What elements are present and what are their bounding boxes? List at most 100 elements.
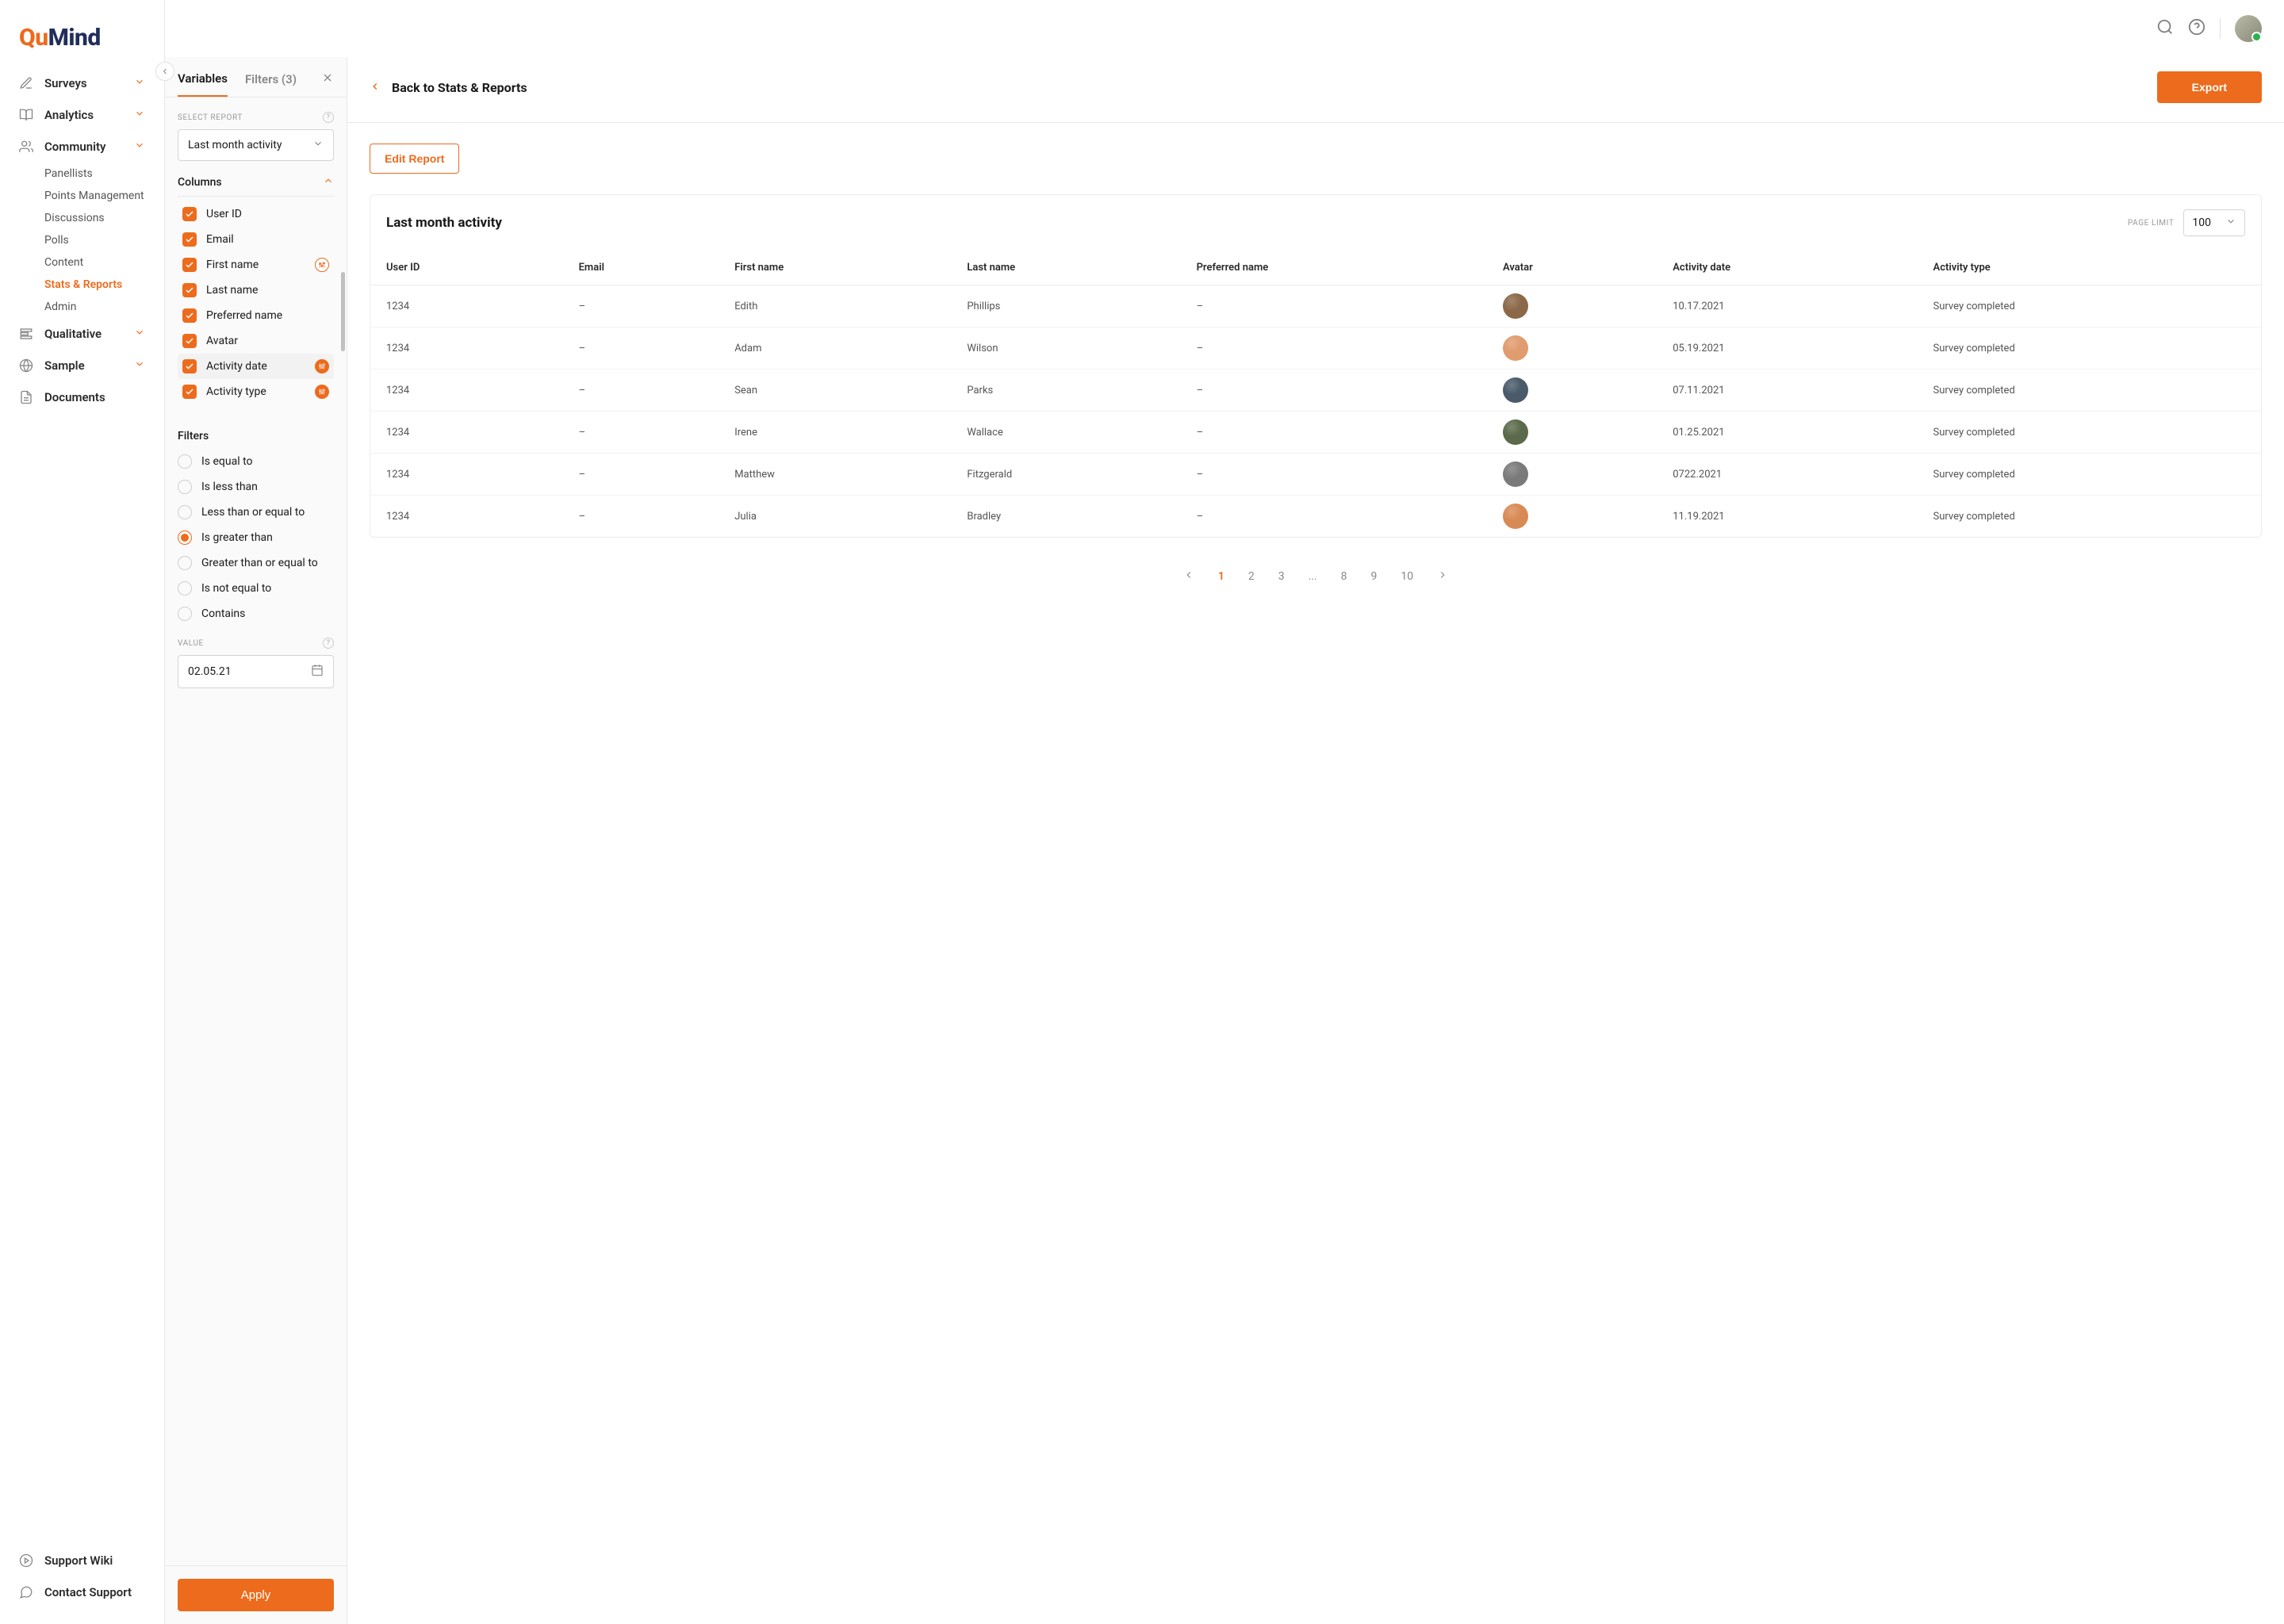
- col-header-last[interactable]: Last name: [956, 251, 1185, 285]
- checkbox[interactable]: [182, 283, 197, 297]
- radio[interactable]: [178, 607, 192, 621]
- radio[interactable]: [178, 505, 192, 519]
- radio[interactable]: [178, 530, 192, 545]
- sidebar-collapse-button[interactable]: [155, 62, 174, 81]
- page-next[interactable]: [1437, 569, 1448, 584]
- filter-op-gte[interactable]: Greater than or equal to: [178, 550, 334, 576]
- nav-polls[interactable]: Polls: [6, 229, 158, 251]
- help-icon[interactable]: [2188, 18, 2205, 39]
- col-header-date[interactable]: Activity date: [1661, 251, 1922, 285]
- checkbox[interactable]: [182, 385, 197, 399]
- table-row[interactable]: 1234–AdamWilson–05.19.2021Survey complet…: [370, 327, 2261, 370]
- page-number[interactable]: 9: [1371, 570, 1378, 583]
- page-ellipsis: ...: [1309, 570, 1317, 583]
- page-number[interactable]: 2: [1248, 570, 1255, 583]
- column-toggle[interactable]: Activity date: [178, 354, 334, 379]
- cell-userid: 1234: [370, 285, 568, 327]
- column-toggle[interactable]: Last name: [178, 278, 334, 303]
- close-panel-button[interactable]: [321, 71, 334, 97]
- page-prev[interactable]: [1183, 569, 1194, 584]
- radio[interactable]: [178, 480, 192, 494]
- nav-analytics[interactable]: Analytics: [6, 99, 158, 131]
- info-icon[interactable]: ?: [323, 638, 334, 649]
- cell-last: Fitzgerald: [956, 454, 1185, 496]
- checkbox[interactable]: [182, 207, 197, 221]
- radio[interactable]: [178, 581, 192, 596]
- nav-qualitative[interactable]: Qualitative: [6, 318, 158, 350]
- column-toggle[interactable]: Avatar: [178, 328, 334, 354]
- edit-report-button[interactable]: Edit Report: [370, 144, 459, 174]
- col-header-first[interactable]: First name: [723, 251, 956, 285]
- user-avatar[interactable]: [2235, 15, 2262, 42]
- filter-op-eq[interactable]: Is equal to: [178, 449, 334, 474]
- checkbox[interactable]: [182, 258, 197, 272]
- radio[interactable]: [178, 556, 192, 570]
- checkbox[interactable]: [182, 359, 197, 373]
- cell-date: 01.25.2021: [1661, 412, 1922, 454]
- nav-points[interactable]: Points Management: [6, 185, 158, 207]
- col-header-pref[interactable]: Preferred name: [1186, 251, 1492, 285]
- avatar: [1503, 504, 1528, 529]
- radio[interactable]: [178, 454, 192, 469]
- filter-op-gt[interactable]: Is greater than: [178, 525, 334, 550]
- sliders-icon[interactable]: [315, 359, 329, 373]
- info-icon[interactable]: ?: [323, 112, 334, 123]
- table-row[interactable]: 1234–EdithPhillips–10.17.2021Survey comp…: [370, 285, 2261, 327]
- nav-content[interactable]: Content: [6, 251, 158, 274]
- nav-discussions[interactable]: Discussions: [6, 207, 158, 229]
- nav-admin[interactable]: Admin: [6, 296, 158, 318]
- cell-email: –: [568, 327, 724, 370]
- columns-section-header[interactable]: Columns: [178, 161, 334, 197]
- nav-stats[interactable]: Stats & Reports: [6, 274, 158, 296]
- column-toggle[interactable]: First name: [178, 252, 334, 278]
- column-toggle[interactable]: Preferred name: [178, 303, 334, 328]
- export-button[interactable]: Export: [2157, 71, 2262, 103]
- nav-documents[interactable]: Documents: [6, 381, 158, 413]
- nav-panellists[interactable]: Panellists: [6, 163, 158, 185]
- sliders-icon[interactable]: [315, 385, 329, 399]
- filter-op-neq[interactable]: Is not equal to: [178, 576, 334, 601]
- cell-date: 05.19.2021: [1661, 327, 1922, 370]
- nav-surveys[interactable]: Surveys: [6, 67, 158, 99]
- page-number[interactable]: 3: [1278, 570, 1285, 583]
- filter-op-label: Less than or equal to: [201, 506, 305, 519]
- column-toggle[interactable]: Activity type: [178, 379, 334, 404]
- col-header-type[interactable]: Activity type: [1922, 251, 2261, 285]
- filter-op-lt[interactable]: Is less than: [178, 474, 334, 500]
- report-select[interactable]: Last month activity: [178, 129, 334, 161]
- page-number[interactable]: 1: [1218, 570, 1224, 583]
- sliders-icon[interactable]: [315, 258, 329, 272]
- nav-contact-support[interactable]: Contact Support: [6, 1576, 158, 1608]
- checkbox[interactable]: [182, 308, 197, 323]
- page-limit-select[interactable]: 100: [2183, 209, 2245, 236]
- value-input[interactable]: 02.05.21: [178, 655, 334, 688]
- cell-last: Wallace: [956, 412, 1185, 454]
- col-header-email[interactable]: Email: [568, 251, 724, 285]
- checkbox[interactable]: [182, 232, 197, 247]
- page-number[interactable]: 10: [1401, 570, 1413, 583]
- chevron-down-icon: [134, 327, 145, 341]
- filter-op-label: Is not equal to: [201, 582, 271, 595]
- column-toggle[interactable]: Email: [178, 227, 334, 252]
- filter-op-contains[interactable]: Contains: [178, 601, 334, 626]
- scrollbar-thumb[interactable]: [341, 272, 345, 351]
- col-header-userid[interactable]: User ID: [370, 251, 568, 285]
- tab-filters[interactable]: Filters (3): [245, 72, 297, 96]
- page-number[interactable]: 8: [1341, 570, 1347, 583]
- cell-email: –: [568, 412, 724, 454]
- filter-op-lte[interactable]: Less than or equal to: [178, 500, 334, 525]
- table-row[interactable]: 1234–MatthewFitzgerald–0722.2021Survey c…: [370, 454, 2261, 496]
- nav-support-wiki[interactable]: Support Wiki: [6, 1545, 158, 1576]
- nav-sample[interactable]: Sample: [6, 350, 158, 381]
- search-icon[interactable]: [2156, 18, 2174, 39]
- apply-button[interactable]: Apply: [178, 1579, 334, 1611]
- col-header-avatar[interactable]: Avatar: [1492, 251, 1661, 285]
- table-row[interactable]: 1234–SeanParks–07.11.2021Survey complete…: [370, 370, 2261, 412]
- back-link[interactable]: Back to Stats & Reports: [370, 80, 527, 95]
- table-row[interactable]: 1234–JuliaBradley–11.19.2021Survey compl…: [370, 496, 2261, 538]
- column-toggle[interactable]: User ID: [178, 201, 334, 227]
- tab-variables[interactable]: Variables: [178, 71, 228, 97]
- checkbox[interactable]: [182, 334, 197, 348]
- nav-community[interactable]: Community: [6, 131, 158, 163]
- table-row[interactable]: 1234–IreneWallace–01.25.2021Survey compl…: [370, 412, 2261, 454]
